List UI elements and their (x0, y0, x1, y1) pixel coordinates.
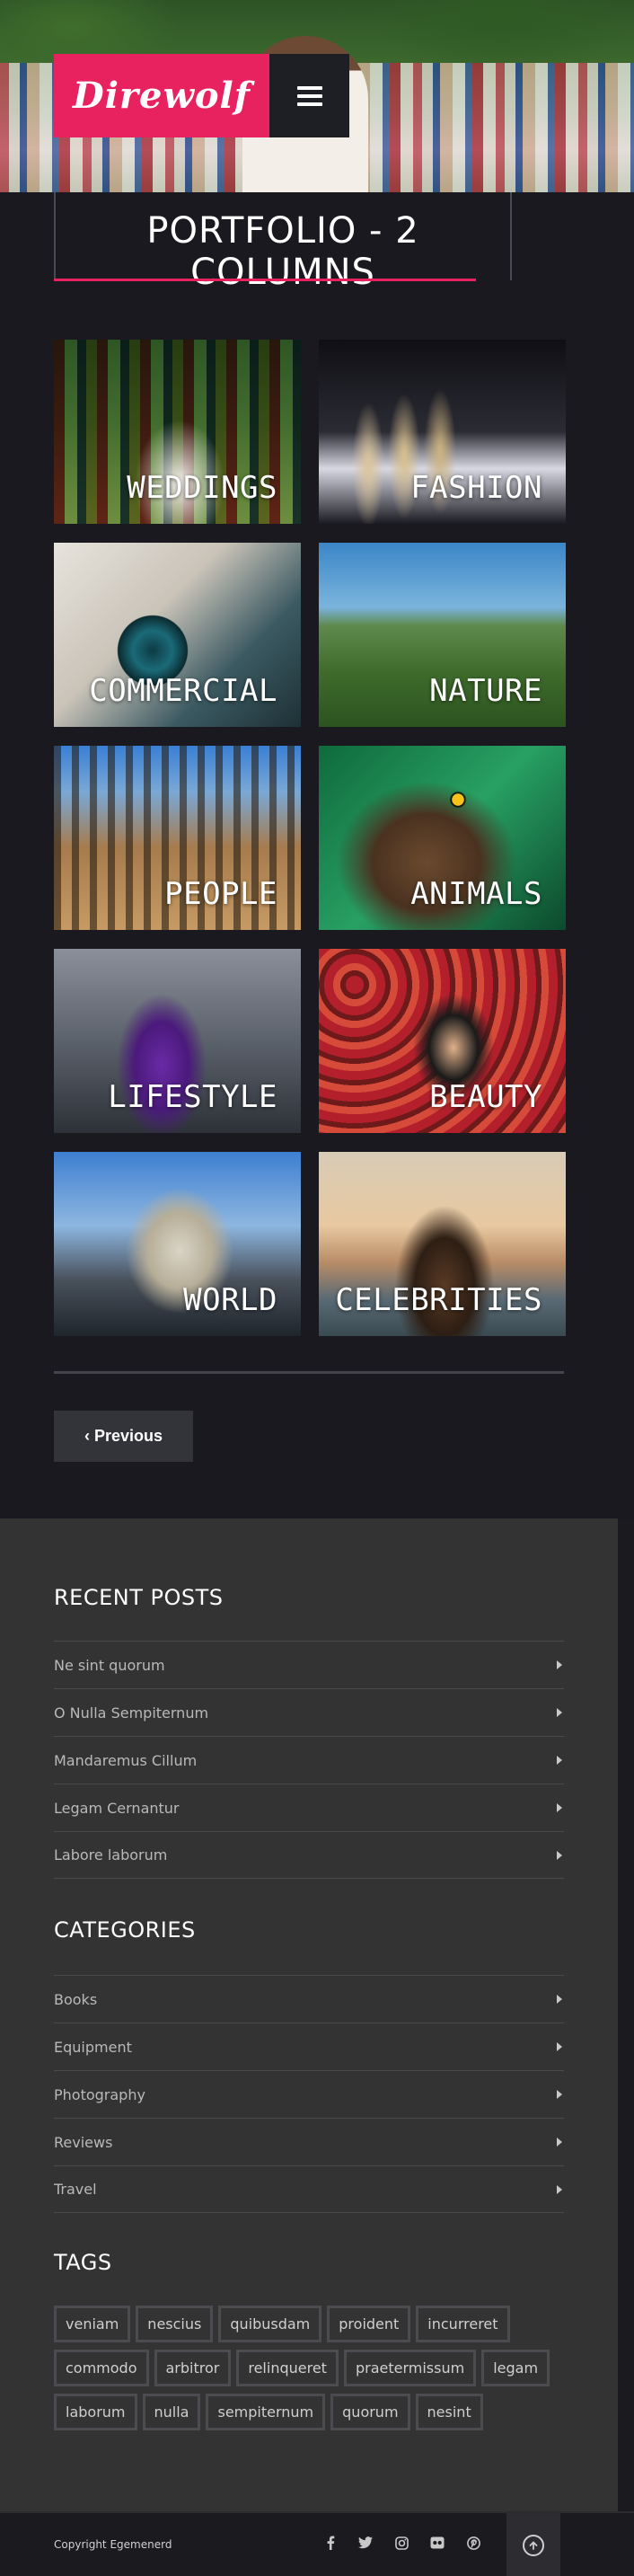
tag-item[interactable]: relinqueret (236, 2350, 339, 2386)
chevron-right-icon (557, 2138, 562, 2147)
recent-post-item[interactable]: Labore laborum (54, 1831, 564, 1879)
category-label: Photography (54, 2085, 145, 2103)
portfolio-label: WEDDINGS (127, 470, 277, 506)
tag-item[interactable]: arbitror (154, 2350, 232, 2386)
tags-title: TAGS (54, 2250, 112, 2275)
portfolio-label: BEAUTY (429, 1079, 542, 1115)
tag-item[interactable]: proident (327, 2306, 411, 2342)
hamburger-icon (296, 85, 322, 106)
tag-item[interactable]: nescius (136, 2306, 214, 2342)
portfolio-tile-nature[interactable]: NATURE (319, 543, 566, 727)
category-item[interactable]: Reviews (54, 2118, 564, 2165)
arrow-up-circle-icon (523, 2535, 544, 2556)
portfolio-label: PEOPLE (164, 876, 277, 912)
portfolio-label: NATURE (429, 673, 542, 709)
portfolio-tile-beauty[interactable]: BEAUTY (319, 949, 566, 1133)
portfolio-tile-world[interactable]: WORLD (54, 1152, 301, 1336)
portfolio-label: COMMERCIAL (89, 673, 277, 709)
tag-cloud: veniam nescius quibusdam proident incurr… (54, 2306, 564, 2430)
tag-item[interactable]: sempiternum (206, 2394, 326, 2430)
tag-item[interactable]: legam (481, 2350, 550, 2386)
tag-item[interactable]: nesint (415, 2394, 483, 2430)
portfolio-label: LIFESTYLE (108, 1079, 277, 1115)
menu-button[interactable] (269, 54, 349, 137)
twitter-icon[interactable] (356, 2533, 375, 2553)
recent-posts-list: Ne sint quorum O Nulla Sempiternum Manda… (54, 1641, 564, 1879)
facebook-icon[interactable] (321, 2533, 340, 2553)
recent-post-label: Labore laborum (54, 1846, 168, 1863)
category-item[interactable]: Travel (54, 2165, 564, 2213)
site-logo-text: Direwolf (73, 75, 251, 117)
category-label: Books (54, 1990, 98, 2008)
portfolio-tile-lifestyle[interactable]: LIFESTYLE (54, 949, 301, 1133)
category-label: Reviews (54, 2133, 113, 2151)
tag-item[interactable]: incurreret (416, 2306, 510, 2342)
tag-item[interactable]: commodo (54, 2350, 149, 2386)
chevron-right-icon (557, 1803, 562, 1812)
portfolio-label: WORLD (183, 1282, 277, 1318)
chevron-right-icon (557, 1850, 562, 1860)
copyright-text: Copyright Egemenerd (54, 2538, 172, 2551)
portfolio-tile-people[interactable]: PEOPLE (54, 746, 301, 930)
flickr-icon[interactable] (427, 2533, 447, 2553)
categories-list: Books Equipment Photography Reviews Trav… (54, 1975, 564, 2213)
category-item[interactable]: Photography (54, 2070, 564, 2118)
scrollbar-track[interactable] (618, 1518, 634, 2511)
tag-item[interactable]: praetermissum (343, 2350, 477, 2386)
chevron-right-icon (557, 2042, 562, 2051)
portfolio-tile-fashion[interactable]: FASHION (319, 340, 566, 524)
portfolio-tile-commercial[interactable]: COMMERCIAL (54, 543, 301, 727)
category-item[interactable]: Books (54, 1975, 564, 2023)
recent-post-label: Mandaremus Cillum (54, 1751, 198, 1769)
previous-page-button[interactable]: ‹ Previous (54, 1411, 193, 1462)
tag-item[interactable]: quibusdam (218, 2306, 322, 2342)
tag-item[interactable]: quorum (330, 2394, 410, 2430)
recent-post-item[interactable]: O Nulla Sempiternum (54, 1688, 564, 1736)
site-logo[interactable]: Direwolf (54, 54, 269, 137)
chevron-right-icon (557, 2090, 562, 2099)
recent-post-label: Legam Cernantur (54, 1799, 180, 1817)
recent-posts-title: RECENT POSTS (54, 1585, 224, 1610)
category-item[interactable]: Equipment (54, 2023, 564, 2070)
recent-post-item[interactable]: Ne sint quorum (54, 1641, 564, 1688)
pinterest-icon[interactable] (463, 2533, 483, 2553)
category-label: Equipment (54, 2038, 132, 2056)
portfolio-tile-animals[interactable]: ANIMALS (319, 746, 566, 930)
back-to-top-button[interactable] (506, 2513, 560, 2576)
portfolio-tile-celebrities[interactable]: CELEBRITIES (319, 1152, 566, 1336)
chevron-right-icon (557, 2184, 562, 2194)
chevron-right-icon (557, 1995, 562, 2004)
category-label: Travel (54, 2181, 97, 2198)
chevron-right-icon (557, 1756, 562, 1765)
page-title-box: PORTFOLIO - 2 COLUMNS (54, 192, 512, 293)
recent-post-item[interactable]: Legam Cernantur (54, 1784, 564, 1831)
chevron-right-icon (557, 1708, 562, 1717)
recent-post-label: Ne sint quorum (54, 1656, 165, 1674)
tag-item[interactable]: veniam (54, 2306, 131, 2342)
portfolio-label: FASHION (410, 470, 542, 506)
portfolio-tile-weddings[interactable]: WEDDINGS (54, 340, 301, 524)
chevron-right-icon (557, 1660, 562, 1669)
grid-divider (54, 1371, 564, 1374)
recent-post-item[interactable]: Mandaremus Cillum (54, 1736, 564, 1784)
instagram-icon[interactable] (392, 2533, 411, 2553)
portfolio-label: CELEBRITIES (335, 1282, 542, 1318)
site-footer: Copyright Egemenerd (0, 2511, 634, 2576)
recent-post-label: O Nulla Sempiternum (54, 1704, 209, 1722)
tag-item[interactable]: nulla (142, 2394, 201, 2430)
title-underline (54, 279, 476, 281)
portfolio-label: ANIMALS (410, 876, 542, 912)
categories-title: CATEGORIES (54, 1917, 196, 1943)
tag-item[interactable]: laborum (54, 2394, 137, 2430)
